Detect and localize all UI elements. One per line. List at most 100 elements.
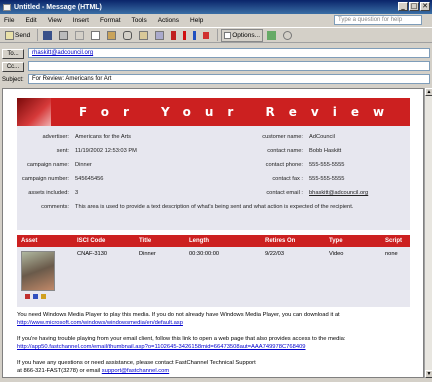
- help-button[interactable]: [281, 29, 295, 42]
- paste-icon: [107, 30, 117, 40]
- cc-field[interactable]: [28, 61, 430, 71]
- contact-email-link[interactable]: bhaskitt@adcouncil.org: [309, 188, 368, 198]
- campaign-name-value: Dinner: [75, 162, 92, 168]
- asset-table: Asset ISCI Code Title Length Retires On …: [17, 235, 410, 307]
- print-icon: [59, 30, 69, 40]
- vertical-scrollbar[interactable]: ▲ ▼: [424, 88, 432, 378]
- contact-phone-label: contact phone:: [265, 162, 303, 168]
- menu-help[interactable]: Help: [190, 17, 203, 24]
- copy-button[interactable]: [89, 29, 103, 42]
- media-player-link[interactable]: http://www.microsoft.com/windows/windows…: [17, 320, 183, 326]
- insert-button[interactable]: [265, 29, 279, 42]
- details-panel: advertiser: Americans for the Arts custo…: [17, 126, 410, 230]
- subject-field[interactable]: For Review: Americans for Art: [28, 74, 430, 84]
- play-icon[interactable]: [41, 294, 46, 299]
- asset-thumbnail[interactable]: [21, 251, 55, 291]
- menu-actions[interactable]: Actions: [158, 17, 179, 24]
- help-search-input[interactable]: Type a question for help: [334, 15, 422, 25]
- send-icon: [5, 30, 14, 40]
- support-text: If you have any questions or need assist…: [17, 360, 256, 366]
- assets-included-value: 3: [75, 190, 79, 196]
- cut-button[interactable]: [73, 29, 87, 42]
- length-value: 00:30:00:00: [189, 251, 220, 257]
- exclamation-icon: [183, 30, 187, 40]
- scroll-up-button[interactable]: ▲: [425, 88, 432, 96]
- banner-title: For Your Review: [79, 105, 399, 119]
- campaign-name-label: campaign name:: [26, 162, 69, 168]
- trouble-note: If you're having trouble playing from yo…: [17, 335, 417, 351]
- menu-format[interactable]: Format: [100, 17, 121, 24]
- banner-logo: [17, 98, 51, 126]
- address-book-icon: [139, 30, 149, 40]
- paperclip-icon: [123, 30, 133, 40]
- address-book-button[interactable]: [137, 29, 151, 42]
- print-button[interactable]: [57, 29, 71, 42]
- copy-icon: [91, 30, 101, 40]
- support-email-link[interactable]: support@fastchannel.com: [102, 368, 169, 374]
- options-icon: [224, 31, 232, 39]
- contact-phone-value: 555-555-5555: [309, 162, 345, 168]
- flag-button[interactable]: [169, 29, 179, 42]
- script-value: none: [385, 251, 398, 257]
- sent-value: 11/19/2002 12:53:03 PM: [75, 148, 137, 154]
- menu-tools[interactable]: Tools: [132, 17, 147, 24]
- cut-icon: [75, 30, 85, 40]
- cc-button[interactable]: Cc...: [2, 61, 24, 72]
- table-header: Asset ISCI Code Title Length Retires On …: [17, 235, 410, 247]
- col-isci-code: ISCI Code: [77, 238, 106, 244]
- flag-follow-up-button[interactable]: [201, 29, 212, 42]
- trouble-text: If you're having trouble playing from yo…: [17, 336, 346, 342]
- retires-on-value: 9/22/03: [265, 251, 284, 257]
- thumbnail-link[interactable]: http://app50.fastchannel.com/email/thumb…: [17, 344, 306, 350]
- media-player-text: You need Windows Media Player to play th…: [17, 312, 340, 318]
- contact-fax-label: contact fax :: [272, 176, 303, 182]
- high-importance-button[interactable]: [181, 29, 189, 42]
- maximize-button[interactable]: □: [409, 2, 419, 11]
- campaign-number-value: 545645456: [75, 176, 104, 182]
- support-note: If you have any questions or need assist…: [17, 359, 417, 375]
- paste-button[interactable]: [105, 29, 119, 42]
- message-icon: [3, 3, 11, 11]
- asset-action-icons: [25, 294, 46, 299]
- options-label: Options...: [232, 31, 261, 39]
- contact-name-value: Bobb Haskitt: [309, 148, 342, 154]
- menu-insert[interactable]: Insert: [73, 17, 89, 24]
- question-icon: [283, 30, 293, 40]
- to-field[interactable]: rhaskitt@adcouncil.org: [28, 48, 430, 58]
- save-icon: [43, 30, 53, 40]
- sent-label: sent:: [56, 148, 69, 154]
- message-body[interactable]: For Your Review advertiser: Americans fo…: [2, 88, 424, 378]
- message-header: To... rhaskitt@adcouncil.org Cc... Subje…: [0, 44, 432, 86]
- preview-icon[interactable]: [25, 294, 30, 299]
- title-bar: Untitled - Message (HTML) _ □ ✕: [0, 0, 432, 14]
- menu-file[interactable]: File: [4, 17, 14, 24]
- options-button[interactable]: Options...: [221, 28, 264, 42]
- minimize-button[interactable]: _: [398, 2, 408, 11]
- menu-edit[interactable]: Edit: [25, 17, 36, 24]
- type-value: Video: [329, 251, 344, 257]
- save-button[interactable]: [41, 29, 55, 42]
- signature-icon: [267, 30, 277, 40]
- menu-view[interactable]: View: [48, 17, 62, 24]
- to-button[interactable]: To...: [2, 48, 24, 59]
- col-length: Length: [189, 238, 209, 244]
- send-button[interactable]: Send: [3, 29, 32, 42]
- col-script: Script: [385, 238, 403, 244]
- title-value: Dinner: [139, 251, 156, 257]
- low-importance-button[interactable]: [191, 29, 199, 42]
- check-names-button[interactable]: [153, 29, 167, 42]
- col-type: Type: [329, 238, 343, 244]
- download-icon[interactable]: [33, 294, 38, 299]
- close-button[interactable]: ✕: [420, 2, 430, 11]
- campaign-number-label: campaign number:: [21, 176, 69, 182]
- customer-name-value: AdCouncil: [309, 134, 335, 140]
- toolbar-divider: [37, 29, 39, 41]
- col-asset: Asset: [21, 238, 38, 244]
- scroll-down-button[interactable]: ▼: [425, 370, 432, 378]
- attach-button[interactable]: [121, 29, 135, 42]
- flag-icon: [171, 30, 177, 40]
- contact-fax-value: 555-555-5555: [309, 176, 345, 182]
- contact-name-label: contact name:: [267, 148, 303, 154]
- toolbar: Send Options...: [0, 27, 432, 43]
- assets-included-label: assets included:: [28, 190, 69, 196]
